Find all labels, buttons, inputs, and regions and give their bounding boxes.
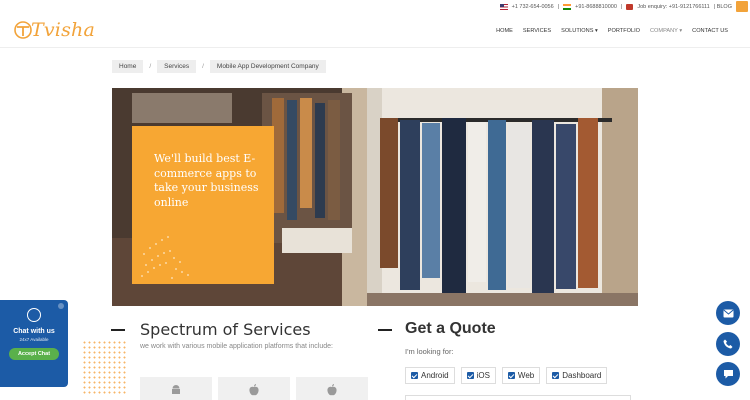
platform-card-android[interactable] <box>140 377 212 400</box>
quote-input-field[interactable] <box>405 395 631 400</box>
nav-services[interactable]: SERVICES <box>523 28 551 34</box>
nav-home[interactable]: HOME <box>496 28 513 34</box>
chat-agent-icon <box>27 308 41 322</box>
option-label: Android <box>421 371 449 380</box>
chat-bubble-icon <box>723 370 733 379</box>
option-label: Web <box>517 371 535 380</box>
nav-solutions[interactable]: SOLUTIONS ▾ <box>561 28 598 34</box>
chat-title: Chat with us <box>13 328 55 335</box>
chat-subtitle: 24x7 Available <box>19 337 49 342</box>
quote-title: Get a Quote <box>405 320 496 337</box>
option-label: iOS <box>476 371 490 380</box>
nav-contact-us[interactable]: CONTACT US <box>692 28 728 34</box>
spectrum-description: we work with various mobile application … <box>140 343 333 350</box>
close-icon[interactable] <box>58 303 64 309</box>
breadcrumb-services[interactable]: Services <box>157 60 197 73</box>
dot-pattern-decoration <box>82 340 128 396</box>
breadcrumb-current: Mobile App Development Company <box>209 60 326 73</box>
briefcase-icon <box>626 4 634 10</box>
phone-us[interactable]: +1 732-654-0056 <box>512 4 554 10</box>
accept-chat-button[interactable]: Accept Chat <box>8 348 60 360</box>
checkbox-checked-icon[interactable] <box>466 372 474 379</box>
platform-card-ios-2[interactable] <box>296 377 368 400</box>
mail-icon <box>722 309 734 317</box>
hero-headline-card: We'll build best E-commerce apps to take… <box>132 126 274 284</box>
nav-portfolio[interactable]: PORTFOLIO <box>608 28 640 34</box>
hero-banner: We'll build best E-commerce apps to take… <box>112 88 638 306</box>
quote-label: I'm looking for: <box>405 347 454 356</box>
page: +1 732-654-0056 | +91-8688810000 | Job e… <box>0 0 750 400</box>
platform-card-ios[interactable] <box>218 377 290 400</box>
site-header: Tvisha HOME SERVICES SOLUTIONS ▾ PORTFOL… <box>0 14 750 48</box>
spectrum-title: Spectrum of Services <box>140 320 311 339</box>
nav-company[interactable]: COMPANY ▾ <box>650 28 682 34</box>
option-android[interactable]: Android <box>405 367 455 384</box>
android-icon <box>172 385 180 394</box>
main-nav: HOME SERVICES SOLUTIONS ▾ PORTFOLIO COMP… <box>496 14 728 48</box>
blog-badge-icon[interactable] <box>736 1 748 12</box>
breadcrumb-home[interactable]: Home <box>112 60 144 73</box>
breadcrumb: Home / Services / Mobile App Development… <box>112 60 326 73</box>
phone-in[interactable]: +91-8688810000 <box>575 4 617 10</box>
option-label: Dashboard <box>562 371 602 380</box>
section-accent-line <box>111 329 125 331</box>
checkbox-checked-icon[interactable] <box>411 372 418 379</box>
india-flag-icon <box>563 4 572 10</box>
checkbox-checked-icon[interactable] <box>552 372 560 379</box>
job-enquiry[interactable]: Job enquiry: +91-9121766111 <box>637 4 709 10</box>
apple-icon <box>327 384 337 396</box>
logo-mark-icon <box>13 20 33 40</box>
us-flag-icon <box>499 4 508 10</box>
option-web[interactable]: Web <box>501 367 541 384</box>
breadcrumb-separator: / <box>202 63 204 70</box>
breadcrumb-separator: / <box>149 63 152 70</box>
brand-name: Tvisha <box>31 19 95 41</box>
blog-link[interactable]: | BLOG <box>714 4 732 10</box>
quote-options: Android iOS Web Dashboard <box>405 367 608 384</box>
top-contact-bar: +1 732-654-0056 | +91-8688810000 | Job e… <box>499 0 750 14</box>
apple-icon <box>249 384 259 396</box>
checkbox-checked-icon[interactable] <box>507 372 515 379</box>
call-button[interactable] <box>716 332 740 356</box>
email-button[interactable] <box>716 301 740 325</box>
section-accent-line <box>378 329 392 331</box>
option-dashboard[interactable]: Dashboard <box>546 367 608 384</box>
logo[interactable]: Tvisha <box>13 19 95 41</box>
hero-headline: We'll build best E-commerce apps to take… <box>154 152 259 209</box>
phone-icon <box>723 339 733 349</box>
live-chat-button[interactable] <box>716 362 740 386</box>
option-ios[interactable]: iOS <box>460 367 496 384</box>
chat-widget[interactable]: Chat with us 24x7 Available Accept Chat <box>0 300 68 387</box>
